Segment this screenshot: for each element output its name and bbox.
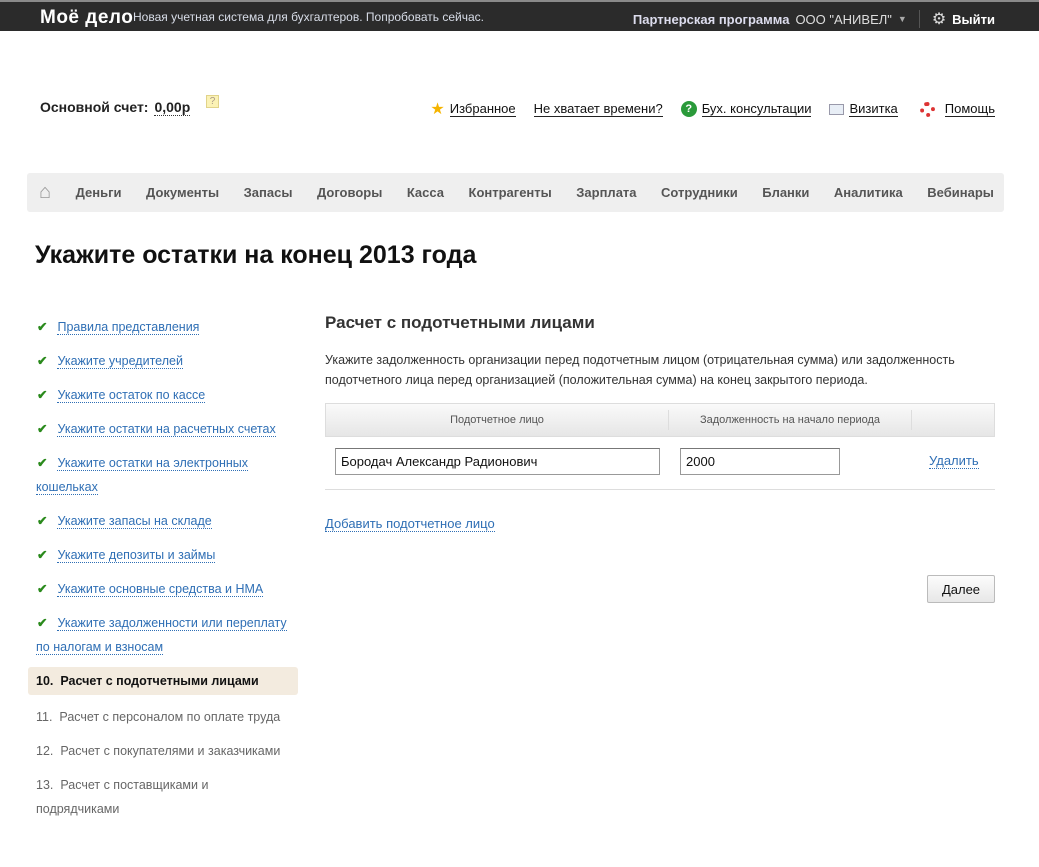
nav-webinars[interactable]: Вебинары xyxy=(927,185,994,200)
logout-button[interactable]: Выйти xyxy=(952,12,995,27)
step-done: ✔ Укажите остатки на электронных кошелька… xyxy=(28,449,298,499)
step-done: ✔ Укажите основные средства и НМА xyxy=(28,575,298,601)
column-header-debt: Задолженность на начало периода xyxy=(669,410,912,430)
step-done: ✔ Правила представления xyxy=(28,313,298,339)
step-done: ✔ Укажите запасы на складе xyxy=(28,507,298,533)
account-value[interactable]: 0,00р xyxy=(154,99,191,116)
step-label: Расчет с поставщиками и подрядчиками xyxy=(36,778,209,816)
step-link[interactable]: Укажите основные средства и НМА xyxy=(57,582,264,597)
check-icon: ✔ xyxy=(37,548,48,562)
gear-icon[interactable]: ⚙ xyxy=(932,9,946,29)
step-pending: 12. Расчет с покупателями и заказчиками xyxy=(28,737,298,763)
step-done: ✔ Укажите остаток по кассе xyxy=(28,381,298,407)
help-icon[interactable]: ? xyxy=(206,95,219,108)
step-done: ✔ Укажите задолженности или переплату по … xyxy=(28,609,298,659)
step-link[interactable]: Укажите запасы на складе xyxy=(57,514,212,529)
header-links: ★ Избранное Не хватает времени? ? Бух. кон… xyxy=(430,99,995,119)
nav-contracts[interactable]: Договоры xyxy=(317,185,382,200)
check-icon: ✔ xyxy=(37,422,48,436)
step-link[interactable]: Укажите депозиты и займы xyxy=(57,548,216,563)
business-card-link[interactable]: Визитка xyxy=(849,101,898,117)
business-card-icon xyxy=(829,103,845,115)
step-number: 11. xyxy=(36,710,53,724)
step-label: Расчет с покупателями и заказчиками xyxy=(60,744,281,758)
step-link[interactable]: Укажите остатки на расчетных счетах xyxy=(57,422,276,437)
section-heading: Расчет с подотчетными лицами xyxy=(325,313,595,332)
nav-counterparties[interactable]: Контрагенты xyxy=(469,185,552,200)
question-bubble-icon: ? xyxy=(680,101,697,117)
step-link[interactable]: Укажите остаток по кассе xyxy=(57,388,206,403)
step-done: ✔ Укажите остатки на расчетных счетах xyxy=(28,415,298,441)
home-icon[interactable]: ⌂ xyxy=(39,181,51,204)
check-icon: ✔ xyxy=(37,354,48,368)
amount-input[interactable] xyxy=(680,448,840,475)
partner-program-link[interactable]: Партнерская программа xyxy=(633,12,790,27)
account-label: Основной счет: xyxy=(40,99,149,115)
help-link[interactable]: Помощь xyxy=(944,101,995,117)
step-link[interactable]: Правила представления xyxy=(57,320,200,335)
check-icon: ✔ xyxy=(37,456,48,470)
nav-analytics[interactable]: Аналитика xyxy=(834,185,903,200)
accountable-persons-table: Подотчетное лицо Задолженность на начало… xyxy=(325,403,995,490)
step-number: 12. xyxy=(36,744,54,758)
check-icon: ✔ xyxy=(37,320,48,334)
step-number: 10. xyxy=(36,674,54,688)
chevron-down-icon[interactable]: ▼ xyxy=(898,14,907,24)
nav-employees[interactable]: Сотрудники xyxy=(661,185,738,200)
divider xyxy=(918,10,920,28)
nav-stock[interactable]: Запасы xyxy=(244,185,293,200)
step-done: ✔ Укажите учредителей xyxy=(28,347,298,373)
step-pending: 11. Расчет с персоналом по оплате труда xyxy=(28,703,298,729)
main-nav: ⌂ Деньги Документы Запасы Договоры Касса… xyxy=(27,173,1004,212)
logo[interactable]: Моё дело xyxy=(40,7,133,29)
favorites-link[interactable]: Избранное xyxy=(449,101,516,117)
check-icon: ✔ xyxy=(37,514,48,528)
delete-link[interactable]: Удалить xyxy=(929,453,979,469)
step-link[interactable]: Укажите остатки на электронных кошельках xyxy=(36,456,248,495)
steps-sidebar: ✔ Правила представления ✔ Укажите учредите… xyxy=(28,313,298,829)
step-label: Расчет с подотчетными лицами xyxy=(60,674,259,688)
step-number: 13. xyxy=(36,778,54,792)
nav-forms[interactable]: Бланки xyxy=(762,185,809,200)
person-input[interactable] xyxy=(335,448,660,475)
check-icon: ✔ xyxy=(37,616,48,630)
column-header-person: Подотчетное лицо xyxy=(326,410,669,430)
top-bar: Моё дело Новая учетная система для бухга… xyxy=(0,0,1039,31)
no-time-link[interactable]: Не хватает времени? xyxy=(533,101,663,117)
check-icon: ✔ xyxy=(37,582,48,596)
nav-salary[interactable]: Зарплата xyxy=(576,185,636,200)
check-icon: ✔ xyxy=(37,388,48,402)
table-row: Удалить xyxy=(325,437,995,490)
lifebuoy-icon xyxy=(919,101,935,117)
table-header: Подотчетное лицо Задолженность на начало… xyxy=(325,403,995,437)
main-content: Расчет с подотчетными лицами Укажите зад… xyxy=(325,313,995,603)
step-label: Расчет с персоналом по оплате труда xyxy=(59,710,281,724)
section-description: Укажите задолженность организации перед … xyxy=(325,353,955,387)
add-person-link[interactable]: Добавить подотчетное лицо xyxy=(325,516,495,532)
page-title: Укажите остатки на конец 2013 года xyxy=(35,241,477,269)
step-pending: 13. Расчет с поставщиками и подрядчиками xyxy=(28,771,298,821)
step-done: ✔ Укажите депозиты и займы xyxy=(28,541,298,567)
promo-link[interactable]: Новая учетная система для бухгалтеров. П… xyxy=(133,10,484,24)
star-icon: ★ xyxy=(430,101,445,118)
consultations-link[interactable]: Бух. консультации xyxy=(701,101,812,117)
next-button[interactable]: Далее xyxy=(927,575,995,603)
step-link[interactable]: Укажите учредителей xyxy=(57,354,183,369)
step-current: 10. Расчет с подотчетными лицами xyxy=(28,667,298,695)
org-selector[interactable]: ООО "АНИВЕЛ" xyxy=(795,12,891,27)
nav-documents[interactable]: Документы xyxy=(146,185,219,200)
nav-money[interactable]: Деньги xyxy=(76,185,122,200)
account-balance: Основной счет: 0,00р xyxy=(40,99,191,116)
nav-cash[interactable]: Касса xyxy=(407,185,444,200)
step-link[interactable]: Укажите задолженности или переплату по н… xyxy=(36,616,287,655)
